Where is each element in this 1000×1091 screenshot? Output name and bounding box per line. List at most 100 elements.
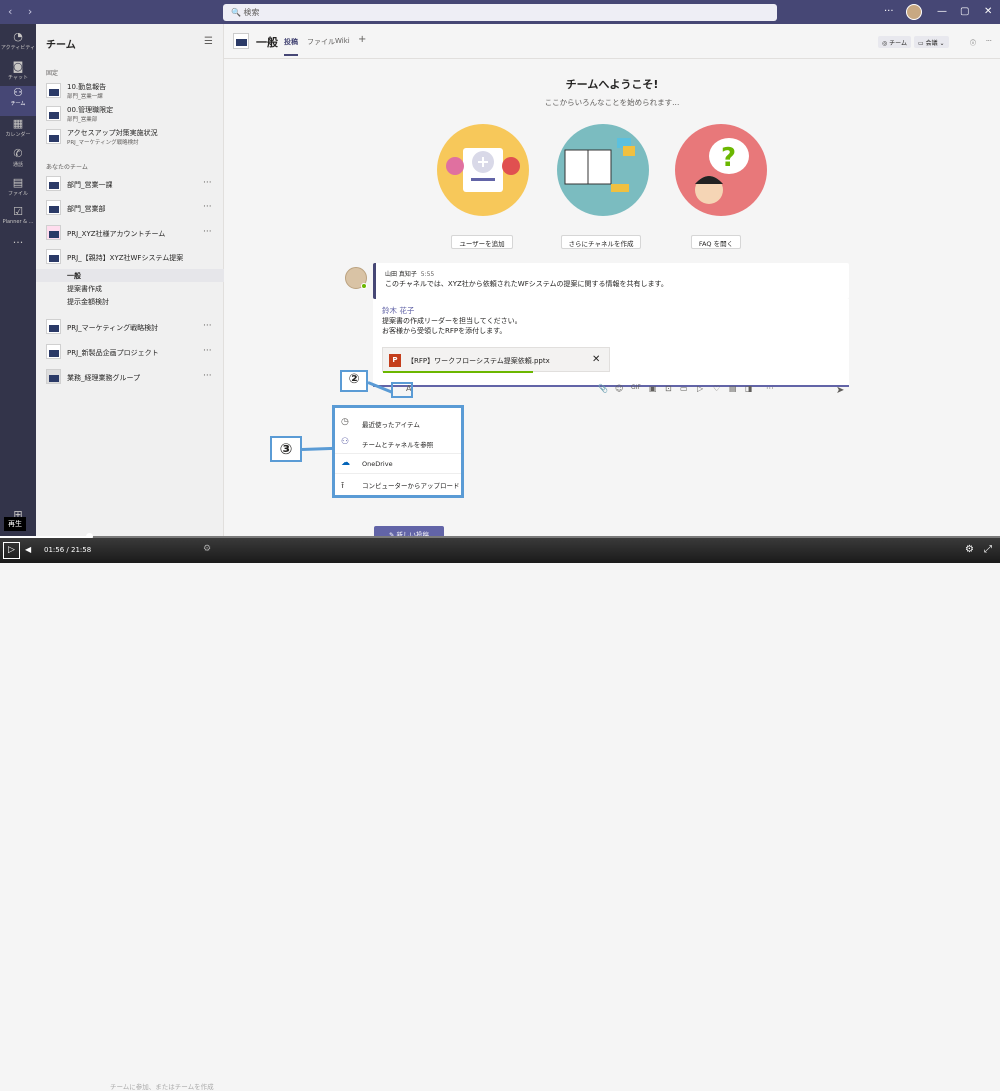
compose-line: 提案書の作成リーダーを担当してください。: [382, 317, 522, 325]
teams-icon: ⚇: [341, 437, 350, 447]
more-icon[interactable]: ···: [203, 346, 212, 356]
praise-icon[interactable]: ♡: [713, 384, 720, 393]
attach-icon[interactable]: 📎: [598, 384, 608, 393]
pinned-item[interactable]: 00.管理職限定 部門_営業部: [36, 102, 224, 126]
your-teams-label: あなたのチーム: [46, 164, 88, 171]
menu-item-browse-teams[interactable]: ⚇ チームとチャネルを参照: [335, 433, 461, 453]
team-logo-icon: [46, 319, 61, 334]
add-users-button[interactable]: ユーザーを追加: [451, 235, 513, 249]
channel-name: 一般: [256, 36, 278, 49]
more-icon[interactable]: ···: [203, 202, 212, 212]
more-icon[interactable]: ···: [766, 384, 774, 393]
back-forward-icons[interactable]: ‹ ›: [8, 5, 38, 18]
close-icon[interactable]: ✕: [984, 6, 992, 17]
meet-button[interactable]: ▭ 会議 ⌄: [914, 36, 949, 48]
send-icon[interactable]: ➤: [836, 385, 844, 396]
stream-icon[interactable]: ▷: [697, 384, 703, 393]
teams-panel-title: チーム: [46, 40, 76, 51]
forms-icon[interactable]: ▤: [729, 384, 737, 393]
attach-highlight: [391, 382, 413, 398]
more-icon: ···: [12, 236, 24, 249]
rail-calendar[interactable]: ▦ カレンダー: [0, 117, 36, 147]
team-logo-icon: [46, 129, 61, 144]
svg-text:?: ?: [721, 143, 736, 173]
planner-icon: ☑: [13, 205, 23, 218]
join-team-label[interactable]: チームに参加、またはチームを作成: [110, 1081, 214, 1091]
team-item[interactable]: PRJ_新製品企画プロジェクト ···: [36, 340, 224, 364]
pinned-item[interactable]: 10.勤怠報告 部門_営業一課: [36, 79, 224, 103]
more-icon[interactable]: ···: [203, 321, 212, 331]
menu-item-recent[interactable]: ◷ 最近使ったアイテム: [335, 413, 461, 433]
tab-wiki[interactable]: Wiki: [335, 37, 350, 45]
add-tab-icon[interactable]: +: [358, 34, 366, 45]
video-time: 01:56 / 21:58: [44, 546, 92, 554]
gif-icon[interactable]: GIF: [631, 384, 641, 391]
menu-item-upload[interactable]: ⭱ コンピューターからアップロード: [335, 473, 461, 493]
tab-posts[interactable]: 投稿: [284, 37, 298, 56]
rail-calls[interactable]: ✆ 通話: [0, 147, 36, 177]
calendar-icon: ▦: [12, 117, 24, 130]
play-icon[interactable]: ▷: [3, 542, 20, 559]
team-item[interactable]: 業務_経理業務グループ ···: [36, 365, 224, 389]
team-item[interactable]: 部門_営業部 ···: [36, 196, 224, 220]
faq-illustration: ?: [675, 124, 767, 216]
create-channel-button[interactable]: さらにチャネルを作成: [561, 235, 641, 249]
emoji-icon[interactable]: ☺: [615, 384, 623, 393]
tab-files[interactable]: ファイル: [307, 37, 335, 47]
more-icon[interactable]: ···: [203, 227, 212, 237]
open-faq-button[interactable]: FAQ を開く: [691, 235, 741, 249]
meet-icon[interactable]: ▭: [680, 384, 688, 393]
team-item[interactable]: 部門_営業一課 ···: [36, 172, 224, 196]
compose-line: お客様から受領したRFPを添付します。: [382, 327, 507, 335]
schedule-icon[interactable]: ⊡: [665, 384, 672, 393]
more-options-icon[interactable]: ···: [884, 6, 894, 17]
upload-progress-bar: [383, 371, 534, 373]
channel-general[interactable]: 一般: [36, 269, 224, 282]
maximize-icon[interactable]: ▢: [960, 6, 969, 17]
team-logo-icon: [46, 225, 61, 240]
team-item[interactable]: PRJ_【親持】XYZ社WFシステム提案: [36, 245, 224, 269]
video-player-bar: ▷ ◀ 01:56 / 21:58 チームに参加、またはチームを作成 ⚙ ⚙ ⤢: [0, 538, 1000, 1091]
team-item[interactable]: PRJ_XYZ社様アカウントチーム ···: [36, 221, 224, 245]
search-placeholder: 検索: [243, 8, 260, 17]
pinned-item[interactable]: アクセスアップ対策実施状況 PRJ_マーケティング戦略検討: [36, 125, 224, 149]
book-icon: [564, 138, 635, 192]
chat-icon: ◙: [12, 60, 24, 73]
minimize-icon[interactable]: —: [937, 6, 947, 17]
fullscreen-icon[interactable]: ⤢: [984, 544, 992, 555]
more-icon[interactable]: ···: [203, 371, 212, 381]
video-settings-icon[interactable]: ⚙: [965, 544, 974, 555]
team-logo-icon: [46, 344, 61, 359]
rail-activity[interactable]: ◔ アクティビティ: [0, 30, 36, 60]
filter-icon[interactable]: ☰: [204, 36, 213, 47]
channel-pricing[interactable]: 提示金額検討: [36, 295, 224, 308]
info-icon[interactable]: ⓘ: [966, 36, 980, 48]
clock-icon: ◷: [341, 417, 349, 427]
menu-item-onedrive[interactable]: ☁ OneDrive: [335, 453, 461, 473]
more-options-icon[interactable]: ···: [982, 36, 996, 48]
attachment-name: 【RFP】ワークフローシステム提案依頼.pptx: [407, 357, 550, 365]
channel-header: 一般 投稿 ファイル Wiki + ◎ チーム ▭ 会議 ⌄ ⓘ ···: [224, 24, 1000, 59]
settings-icon[interactable]: ⚙: [203, 544, 211, 554]
rail-more[interactable]: ···: [0, 236, 36, 266]
team-item[interactable]: PRJ_マーケティング戦略検討 ···: [36, 315, 224, 339]
attachment-chip[interactable]: P 【RFP】ワークフローシステム提案依頼.pptx ✕: [382, 347, 610, 373]
search-input[interactable]: 🔍 検索: [223, 4, 777, 21]
whiteboard-icon[interactable]: ◨: [745, 384, 753, 393]
team-button[interactable]: ◎ チーム: [878, 36, 911, 48]
question-person-icon: ?: [695, 138, 749, 204]
more-icon[interactable]: ···: [203, 178, 212, 188]
profile-avatar[interactable]: [906, 4, 922, 20]
people-card-icon: [446, 148, 520, 192]
channel-proposal[interactable]: 提案書作成: [36, 282, 224, 295]
rail-files[interactable]: ▤ ファイル: [0, 176, 36, 206]
volume-icon[interactable]: ◀: [25, 545, 31, 554]
compose-toolbar: A 📎 ☺ GIF ▣ ⊡ ▭ ▷ ♡ ▤ ◨ ···: [406, 384, 876, 398]
sticker-icon[interactable]: ▣: [649, 384, 657, 393]
remove-attachment-icon[interactable]: ✕: [592, 354, 600, 365]
phone-icon: ✆: [13, 147, 23, 160]
rail-teams[interactable]: ⚇ チーム: [0, 86, 36, 116]
callout-2: ②: [340, 370, 368, 392]
compose-box[interactable]: 鈴木 花子 提案書の作成リーダーを担当してください。 お客様から受領したRFPを…: [373, 299, 849, 387]
rail-planner[interactable]: ☑ Planner & ...: [0, 205, 36, 235]
